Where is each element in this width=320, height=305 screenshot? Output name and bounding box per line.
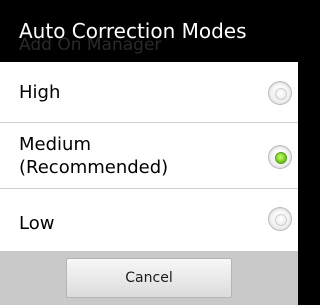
radio-high[interactable] [268, 81, 292, 105]
dialog-footer: Cancel [0, 251, 298, 305]
dialog-title-bar: Add On Manager Auto Correction Modes [0, 0, 298, 62]
option-label-low: Low [19, 213, 55, 234]
option-medium[interactable]: Medium (Recommended) [0, 123, 298, 189]
option-label-high: High [19, 82, 61, 103]
options-list: High Medium (Recommended) Low [0, 62, 298, 251]
radio-dot-medium [275, 152, 287, 164]
radio-dot-high [275, 88, 287, 100]
radio-low[interactable] [268, 207, 292, 231]
radio-dot-low [275, 214, 287, 226]
option-high[interactable]: High [0, 62, 298, 123]
cancel-button[interactable]: Cancel [66, 258, 232, 298]
radio-medium[interactable] [268, 145, 292, 169]
dialog-title: Auto Correction Modes [19, 19, 247, 43]
option-low[interactable]: Low [0, 189, 298, 251]
option-label-medium: Medium (Recommended) [19, 134, 169, 178]
